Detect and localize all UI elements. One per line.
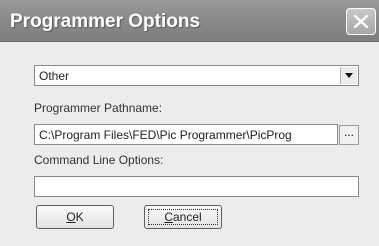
programmer-type-value: Other <box>39 69 70 83</box>
chevron-down-icon <box>345 73 353 78</box>
pathname-label: Programmer Pathname: <box>34 101 163 115</box>
ok-label-rest: K <box>75 210 84 224</box>
pathname-field[interactable]: C:\Program Files\FED\Pic Programmer\PicP… <box>34 124 338 145</box>
pathname-value: C:\Program Files\FED\Pic Programmer\PicP… <box>39 128 292 142</box>
close-icon <box>353 14 369 29</box>
dropdown-arrow-button[interactable] <box>340 67 357 84</box>
ok-button[interactable]: OK <box>36 205 114 229</box>
title-bar[interactable]: Programmer Options <box>0 0 379 42</box>
focus-rectangle <box>148 209 218 225</box>
cancel-button[interactable]: Cancel <box>144 205 222 229</box>
command-line-label: Command Line Options: <box>34 153 164 167</box>
dialog-title: Programmer Options <box>10 11 201 32</box>
ok-mnemonic: O <box>66 210 76 224</box>
programmer-type-select[interactable]: Other <box>34 65 359 86</box>
programmer-options-dialog: Programmer Options Other Programmer Path… <box>0 0 379 246</box>
browse-button[interactable]: ... <box>339 125 359 145</box>
command-line-field[interactable] <box>34 176 359 197</box>
close-button[interactable] <box>346 8 376 35</box>
